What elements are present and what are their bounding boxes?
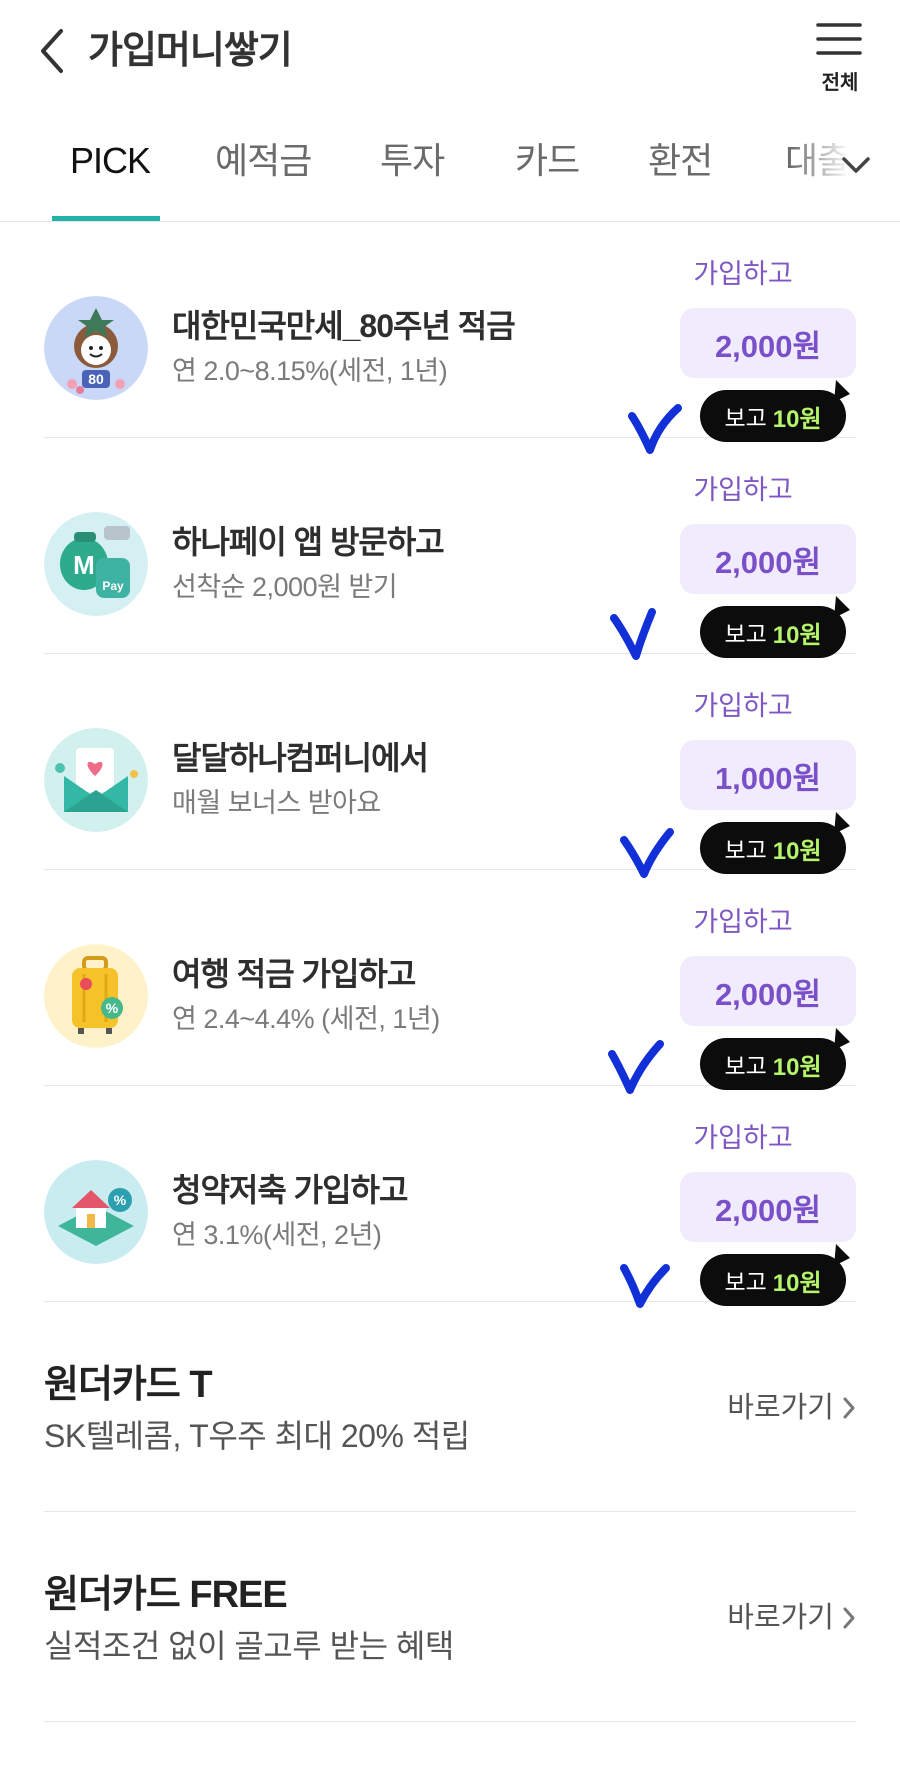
watch-reward-button[interactable]: 보고 10원: [700, 1244, 850, 1306]
shortcut-label: 바로가기: [727, 1602, 834, 1634]
svg-text:%: %: [114, 1192, 127, 1208]
tab-savings[interactable]: 예적금: [215, 136, 312, 186]
watch-reward-button[interactable]: 보고 10원: [700, 596, 850, 658]
card-promo-row[interactable]: 원더카드 FREE 실적조건 없이 골고루 받는 혜택 바로가기: [44, 1512, 856, 1722]
hamburger-menu-icon: [816, 23, 862, 55]
chevron-left-icon: [41, 29, 63, 73]
suitcase-icon: %: [44, 944, 148, 1048]
watch-amount: 10원: [772, 621, 822, 649]
watch-reward-button[interactable]: 보고 10원: [700, 1028, 850, 1090]
item-subtitle: 연 2.4~4.4% (세전, 1년): [172, 1004, 440, 1034]
all-menu-button[interactable]: 전체: [810, 16, 870, 96]
house-percent-icon: %: [44, 1160, 148, 1264]
chevron-right-icon: [843, 1397, 855, 1419]
watch-reward-button[interactable]: 보고 10원: [700, 812, 850, 874]
item-title: 청약저축 가입하고: [172, 1172, 408, 1208]
item-subtitle: 연 2.0~8.15%(세전, 1년): [172, 356, 448, 386]
watch-amount: 10원: [772, 837, 822, 865]
shortcut-link[interactable]: 바로가기: [727, 1598, 856, 1638]
list-item[interactable]: % 청약저축 가입하고 연 3.1%(세전, 2년) 가입하고 2,000원 보…: [44, 1086, 856, 1308]
join-reward-button[interactable]: 2,000원: [680, 308, 856, 378]
join-reward-button[interactable]: 2,000원: [680, 1172, 856, 1242]
card-subtitle: 실적조건 없이 골고루 받는 혜택: [44, 1628, 454, 1664]
watch-reward-button[interactable]: 보고 10원: [700, 380, 850, 442]
item-subtitle: 연 3.1%(세전, 2년): [172, 1220, 382, 1250]
badge-tail-icon: [834, 380, 850, 402]
svg-text:%: %: [106, 1000, 119, 1016]
shortcut-link[interactable]: 바로가기: [727, 1388, 856, 1428]
tab-exchange[interactable]: 환전: [648, 136, 713, 186]
chevron-down-icon[interactable]: [838, 150, 874, 180]
all-menu-label: 전체: [821, 72, 859, 94]
watch-amount: 10원: [772, 1053, 822, 1081]
envelope-heart-icon: [44, 728, 148, 832]
item-title: 대한민국만세_80주년 적금: [172, 308, 516, 344]
card-title: 원더카드 FREE: [44, 1574, 288, 1616]
list-item[interactable]: M Pay 하나페이 앱 방문하고 선착순 2,000원 받기 가입하고 2,0…: [44, 438, 856, 660]
page-title: 가입머니쌓기: [88, 30, 293, 72]
join-label: 가입하고: [693, 907, 793, 937]
chevron-right-icon: [843, 1607, 855, 1629]
tab-card[interactable]: 카드: [515, 136, 580, 186]
watch-prefix: 보고: [724, 1053, 767, 1079]
app-header: 가입머니쌓기 전체: [0, 0, 900, 110]
join-label: 가입하고: [693, 475, 793, 505]
item-title: 여행 적금 가입하고: [172, 956, 416, 992]
svg-text:80: 80: [88, 371, 104, 387]
card-subtitle: SK텔레콤, T우주 최대 20% 적립: [44, 1418, 470, 1454]
watch-prefix: 보고: [724, 837, 767, 863]
item-title: 하나페이 앱 방문하고: [172, 524, 445, 560]
item-subtitle: 선착순 2,000원 받기: [172, 572, 398, 602]
svg-text:M: M: [73, 550, 95, 580]
back-button[interactable]: [30, 22, 74, 80]
join-reward-button[interactable]: 1,000원: [680, 740, 856, 810]
active-tab-indicator: [52, 216, 160, 221]
tab-invest[interactable]: 투자: [380, 136, 445, 186]
watch-prefix: 보고: [724, 405, 767, 431]
join-label: 가입하고: [693, 259, 793, 289]
watch-prefix: 보고: [724, 1269, 767, 1295]
badge-tail-icon: [834, 596, 850, 618]
svg-text:Pay: Pay: [102, 579, 124, 593]
hana-pay-icon: M Pay: [44, 512, 148, 616]
join-reward-button[interactable]: 2,000원: [680, 524, 856, 594]
list-item[interactable]: 달달하나컴퍼니에서 매월 보너스 받아요 가입하고 1,000원 보고 10원: [44, 654, 856, 878]
card-title: 원더카드 T: [44, 1364, 213, 1406]
card-promo-row[interactable]: 원더카드 T SK텔레콤, T우주 최대 20% 적립 바로가기: [44, 1302, 856, 1512]
list-item[interactable]: 80 대한민국만세_80주년 적금 연 2.0~8.15%(세전, 1년) 가입…: [44, 222, 856, 454]
watch-amount: 10원: [772, 405, 822, 433]
badge-tail-icon: [834, 1244, 850, 1266]
join-reward-button[interactable]: 2,000원: [680, 956, 856, 1026]
tab-pick[interactable]: PICK: [70, 136, 151, 186]
shortcut-label: 바로가기: [727, 1392, 834, 1424]
watch-amount: 10원: [772, 1269, 822, 1297]
badge-tail-icon: [834, 1028, 850, 1050]
join-label: 가입하고: [693, 1123, 793, 1153]
list-item[interactable]: % 여행 적금 가입하고 연 2.4~4.4% (세전, 1년) 가입하고 2,…: [44, 870, 856, 1094]
join-label: 가입하고: [693, 691, 793, 721]
item-title: 달달하나컴퍼니에서: [172, 740, 429, 776]
anniversary-mascot-icon: 80: [44, 296, 148, 400]
watch-prefix: 보고: [724, 621, 767, 647]
item-subtitle: 매월 보너스 받아요: [172, 788, 381, 818]
badge-tail-icon: [834, 812, 850, 834]
category-tabs: PICK 예적금 투자 카드 환전 대출: [0, 110, 900, 222]
